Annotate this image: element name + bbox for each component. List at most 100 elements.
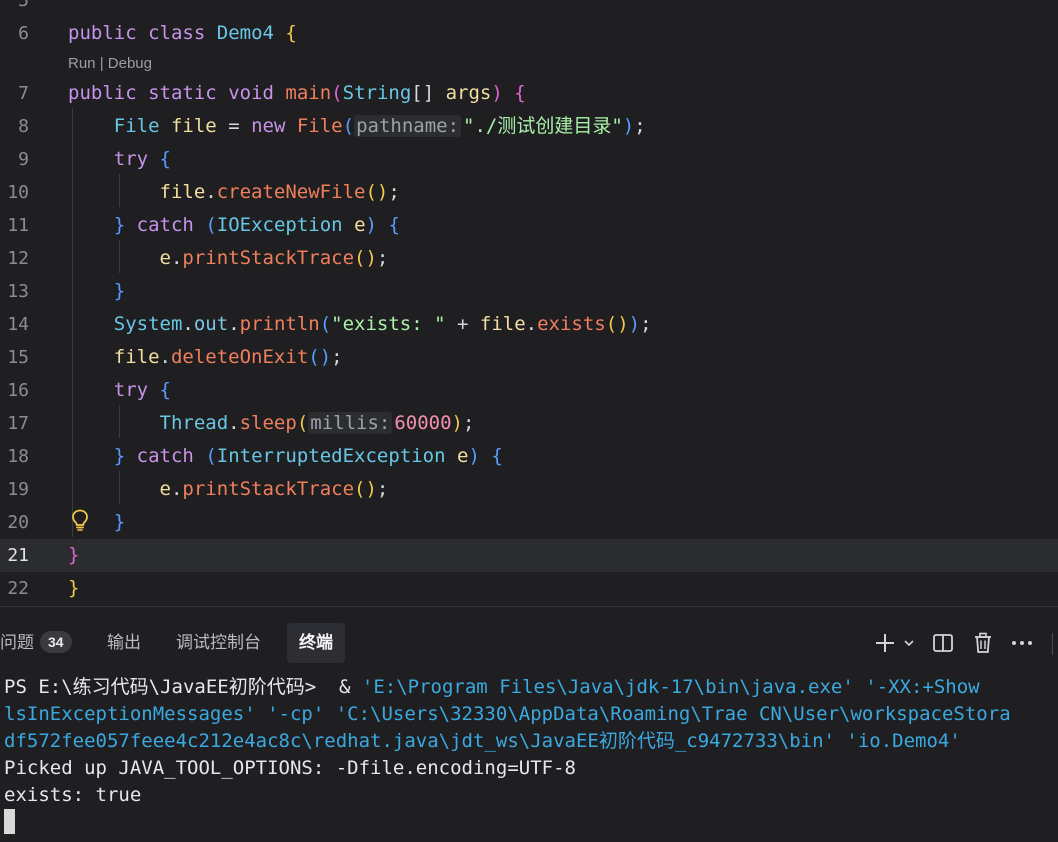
code-line[interactable]: 19 e.printStackTrace(); [0, 473, 1058, 506]
code-text: } catch (IOException e) { [68, 209, 400, 242]
codelens-run-link[interactable]: Run [68, 55, 96, 72]
trash-icon[interactable] [972, 631, 994, 655]
tab-terminal-label: 终端 [299, 633, 333, 652]
code-token: . [170, 478, 183, 500]
code-text: } [68, 275, 125, 308]
code-line[interactable]: 8 File file = new File(pathname: "./测试创建目… [0, 110, 1058, 143]
code-token: } [113, 445, 126, 467]
line-number: 21 [7, 545, 29, 566]
code-token: () [308, 346, 332, 368]
split-terminal-icon[interactable] [932, 631, 954, 655]
code-token: () [354, 247, 377, 269]
tab-problems-label: 问题 [0, 633, 34, 652]
code-token: e [159, 478, 171, 500]
code-token: ; [388, 181, 400, 203]
terminal-line: PS E:\练习代码\JavaEE初阶代码> & 'E:\Program Fil… [4, 674, 980, 701]
ide-window: 5 6 public class Demo4 { 7 public static voi… [0, 0, 1058, 842]
code-line[interactable]: 15 file.deleteOnExit(); [0, 341, 1058, 374]
line-number: 8 [18, 116, 29, 137]
code-text: File file = new File(pathname: "./测试创建目录"… [68, 110, 646, 143]
code-token: printStackTrace [182, 478, 355, 500]
code-token: ( [205, 214, 217, 236]
code-token: ; [463, 412, 475, 434]
line-number: 6 [18, 23, 29, 44]
code-token: . [170, 247, 183, 269]
code-text: file.createNewFile(); [68, 176, 400, 209]
code-text: public class Demo4 { [68, 17, 297, 50]
code-token: . [182, 313, 194, 335]
lightbulb-icon[interactable] [71, 509, 89, 531]
code-token: void [228, 82, 274, 104]
code-line[interactable]: 22} [0, 572, 1058, 605]
tab-problems[interactable]: 问题 34 [0, 623, 72, 663]
code-token: ) [468, 445, 480, 467]
code-line[interactable]: 9 try { [0, 143, 1058, 176]
line-number: 5 [18, 0, 29, 11]
code-line[interactable]: 5 [0, 0, 1058, 17]
chevron-down-icon[interactable] [902, 631, 916, 655]
add-terminal-icon[interactable] [874, 631, 896, 655]
code-line[interactable]: 6 public class Demo4 { [0, 17, 1058, 50]
code-editor[interactable]: 5 6 public class Demo4 { 7 public static voi… [0, 0, 1058, 606]
code-token: System [113, 313, 183, 335]
code-token: IOException [216, 214, 343, 236]
code-line[interactable]: 13 } [0, 275, 1058, 308]
line-number: 15 [7, 347, 29, 368]
code-token: () [354, 478, 377, 500]
problems-count-badge: 34 [40, 631, 72, 653]
toolbar-separator [1052, 633, 1053, 655]
code-token: println [239, 313, 320, 335]
tab-output[interactable]: 输出 [107, 623, 141, 663]
code-token: . [228, 412, 240, 434]
codelens-separator: | [95, 55, 108, 72]
code-line[interactable]: 18 } catch (InterruptedException e) { [0, 440, 1058, 473]
more-icon[interactable] [1010, 631, 1034, 655]
code-token: class [148, 22, 206, 44]
code-token: ; [376, 247, 389, 269]
code-token: } [113, 280, 126, 302]
indent-guide [119, 174, 120, 207]
line-number: 13 [7, 281, 29, 302]
code-line[interactable]: 17 Thread.sleep(millis: 60000); [0, 407, 1058, 440]
code-line[interactable]: 20 } [0, 506, 1058, 539]
code-line[interactable]: 11 } catch (IOException e) { [0, 209, 1058, 242]
code-line[interactable]: 7 public static void main(String[] args) … [0, 77, 1058, 110]
code-token: static [148, 82, 217, 104]
code-token: ( [319, 313, 332, 335]
terminal-output[interactable]: PS E:\练习代码\JavaEE初阶代码> & 'E:\Program Fil… [0, 672, 1058, 842]
tab-debug-console[interactable]: 调试控制台 [176, 623, 261, 663]
codelens-debug-link[interactable]: Debug [108, 55, 152, 72]
code-token: () [365, 181, 389, 203]
code-token: try [113, 148, 149, 170]
code-line[interactable]: 14 System.out.println("exists: " + file.… [0, 308, 1058, 341]
line-number: 10 [7, 182, 29, 203]
code-line[interactable]: 10 file.createNewFile(); [0, 176, 1058, 209]
code-token: new [251, 115, 286, 137]
code-token: ( [342, 115, 355, 137]
tab-terminal[interactable]: 终端 [287, 623, 345, 663]
terminal-line: lsInExceptionMessages' '-cp' 'C:\Users\3… [4, 701, 1011, 728]
code-line[interactable]: 12 e.printStackTrace(); [0, 242, 1058, 275]
code-token: { [514, 82, 526, 104]
code-line[interactable]: 21} [0, 539, 1058, 572]
code-token: = [216, 115, 252, 137]
code-token: sleep [239, 412, 297, 434]
codelens: Run | Debug [68, 54, 152, 74]
code-token: ; [640, 313, 652, 335]
code-line[interactable]: 16 try { [0, 374, 1058, 407]
